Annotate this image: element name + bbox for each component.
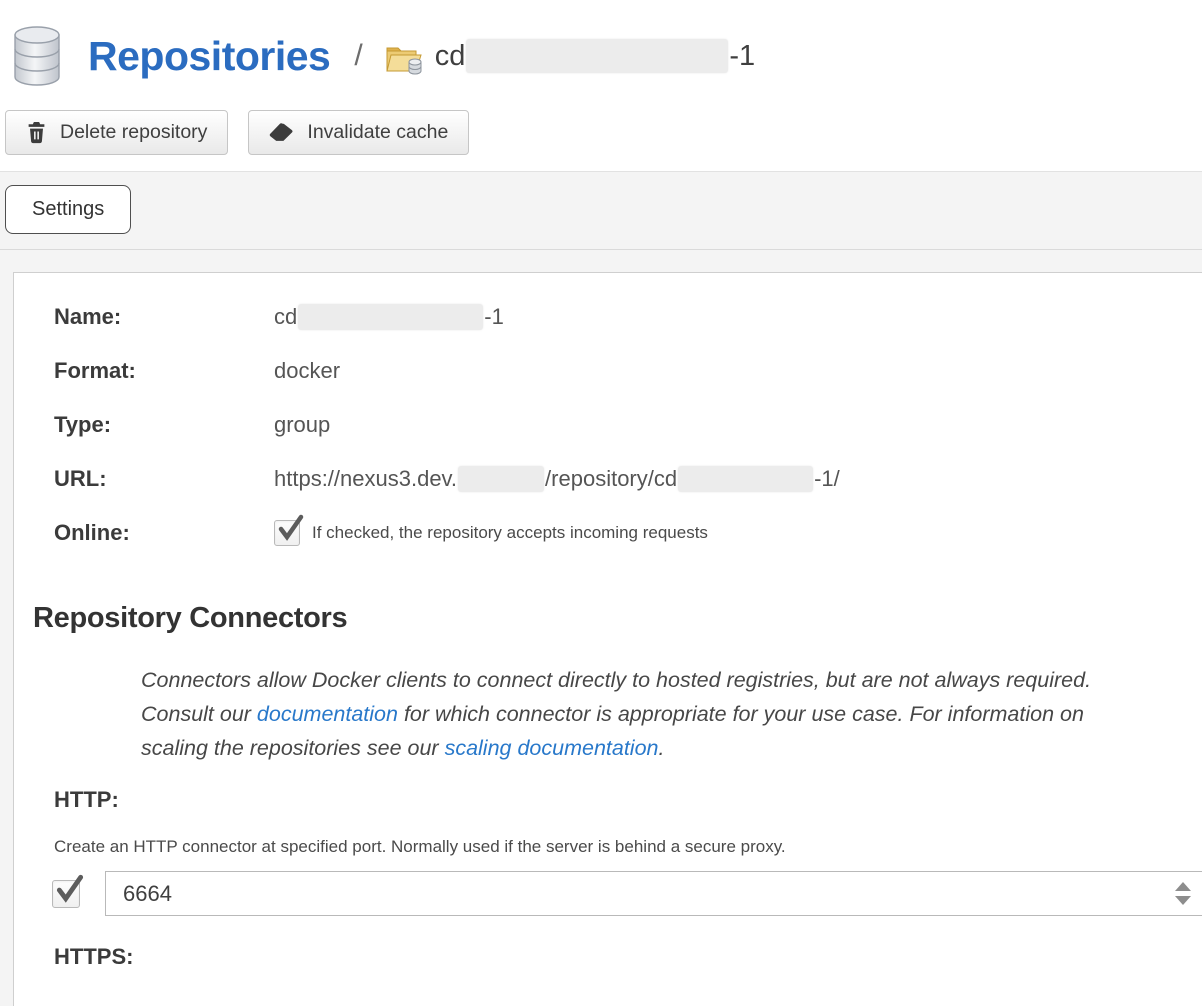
url-value: https://nexus3.dev. /repository/cd -1/	[274, 466, 840, 492]
online-value: If checked, the repository accepts incom…	[274, 520, 708, 546]
field-row-type: Type: group	[54, 412, 1202, 438]
url-part2: /repository/cd	[545, 466, 677, 492]
delete-repository-button[interactable]: Delete repository	[5, 110, 228, 155]
format-label: Format:	[54, 358, 274, 384]
invalidate-cache-label: Invalidate cache	[307, 121, 448, 144]
field-row-format: Format: docker	[54, 358, 1202, 384]
http-port-value: 6664	[106, 881, 172, 907]
http-port-input[interactable]: 6664	[105, 871, 1202, 916]
https-label: HTTPS:	[54, 944, 1202, 970]
name-value-prefix: cd	[274, 304, 297, 330]
http-label: HTTP:	[54, 787, 1202, 813]
repository-folder-icon	[385, 42, 423, 76]
name-value-suffix: -1	[484, 304, 504, 330]
http-help-text: Create an HTTP connector at specified po…	[54, 837, 1202, 857]
breadcrumb-repo-name: cd -1	[435, 39, 755, 73]
trash-icon	[26, 121, 47, 144]
invalidate-cache-button[interactable]: Invalidate cache	[248, 110, 469, 155]
tab-settings[interactable]: Settings	[5, 185, 131, 234]
checkmark-icon	[55, 873, 85, 905]
url-part1: https://nexus3.dev.	[274, 466, 457, 492]
http-port-row: 6664	[52, 871, 1202, 916]
type-value: group	[274, 412, 330, 438]
page-header: Repositories / cd -1	[0, 0, 1202, 96]
spinner-down-icon[interactable]	[1175, 896, 1191, 905]
settings-panel: Name: cd -1 Format: docker Type: group UR…	[13, 272, 1202, 1006]
url-redacted-2	[678, 466, 813, 492]
page-title[interactable]: Repositories	[88, 33, 330, 80]
repo-name-prefix: cd	[435, 40, 466, 73]
field-row-url: URL: https://nexus3.dev. /repository/cd -1…	[54, 466, 1202, 492]
checkmark-icon	[277, 513, 305, 543]
tab-strip: Settings	[0, 171, 1202, 250]
online-label: Online:	[54, 520, 274, 546]
url-label: URL:	[54, 466, 274, 492]
breadcrumb-separator: /	[354, 39, 362, 73]
port-spinner[interactable]	[1175, 872, 1191, 915]
scaling-documentation-link[interactable]: scaling documentation	[445, 736, 659, 760]
online-help-text: If checked, the repository accepts incom…	[312, 523, 708, 543]
name-label: Name:	[54, 304, 274, 330]
url-part3: -1/	[814, 466, 840, 492]
repository-toolbar: Delete repository Invalidate cache	[0, 96, 1202, 171]
name-value: cd -1	[274, 304, 504, 330]
name-value-redacted	[298, 304, 483, 330]
database-icon	[8, 25, 66, 87]
content-area: Name: cd -1 Format: docker Type: group UR…	[0, 250, 1202, 1006]
desc-part3: .	[659, 736, 665, 760]
connectors-description: Connectors allow Docker clients to conne…	[141, 663, 1101, 765]
repo-name-suffix: -1	[729, 40, 755, 73]
field-row-online: Online: If checked, the repository accep…	[54, 520, 1202, 546]
repo-name-redacted	[466, 39, 728, 73]
spinner-up-icon[interactable]	[1175, 882, 1191, 891]
field-row-name: Name: cd -1	[54, 304, 1202, 330]
repository-connectors-heading: Repository Connectors	[33, 602, 1202, 635]
type-label: Type:	[54, 412, 274, 438]
delete-repository-label: Delete repository	[60, 121, 207, 144]
eraser-icon	[269, 121, 294, 144]
documentation-link[interactable]: documentation	[257, 702, 398, 726]
online-checkbox[interactable]	[274, 520, 300, 546]
http-checkbox[interactable]	[52, 880, 80, 908]
url-redacted-1	[458, 466, 544, 492]
format-value: docker	[274, 358, 340, 384]
